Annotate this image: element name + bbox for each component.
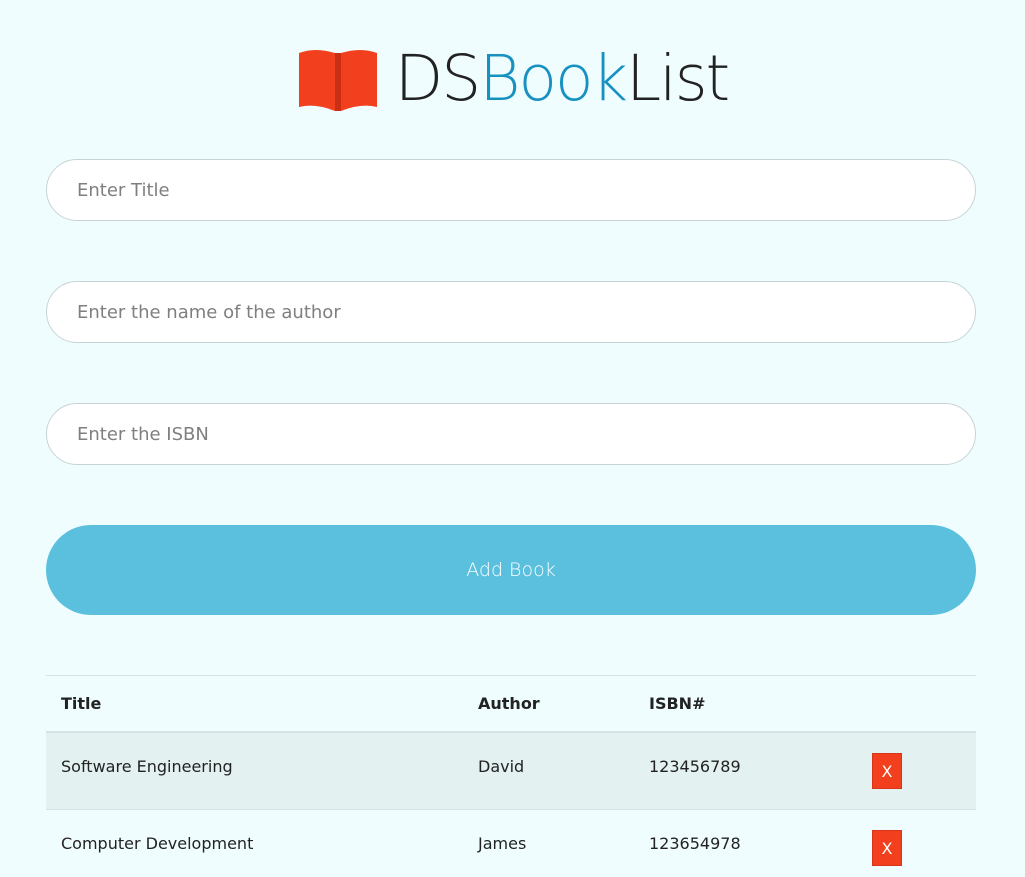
header-isbn: ISBN# xyxy=(634,675,857,733)
header-author: Author xyxy=(463,675,634,733)
author-input[interactable] xyxy=(46,281,976,343)
cell-actions: X xyxy=(857,809,976,877)
brand-logo-text: DSBookList xyxy=(395,47,730,110)
header-title: Title xyxy=(46,675,463,733)
table-row: Software Engineering David 123456789 X xyxy=(46,731,976,810)
title-input[interactable] xyxy=(46,159,976,221)
book-table: Title Author ISBN# Software Engineering … xyxy=(46,675,976,877)
cell-actions: X xyxy=(857,731,976,810)
cell-author: James xyxy=(463,809,634,877)
add-book-button[interactable]: Add Book xyxy=(46,525,976,615)
brand-name-book: Book xyxy=(479,41,628,115)
cell-author: David xyxy=(463,731,634,810)
cell-title: Computer Development xyxy=(46,809,463,877)
brand-name-list: List xyxy=(626,41,730,115)
delete-button[interactable]: X xyxy=(872,830,902,866)
cell-title: Software Engineering xyxy=(46,731,463,810)
book-list-app: DSBookList Add Book Title Author ISBN# S… xyxy=(0,0,1025,877)
brand-header: DSBookList xyxy=(0,38,1025,118)
table-header-row: Title Author ISBN# xyxy=(46,675,976,733)
header-actions xyxy=(857,675,976,733)
book-icon xyxy=(298,50,377,111)
brand-name-ds: DS xyxy=(394,41,482,115)
table-row: Computer Development James 123654978 X xyxy=(46,809,976,877)
isbn-input[interactable] xyxy=(46,403,976,465)
cell-isbn: 123456789 xyxy=(634,731,857,810)
cell-isbn: 123654978 xyxy=(634,809,857,877)
delete-button[interactable]: X xyxy=(872,753,902,789)
